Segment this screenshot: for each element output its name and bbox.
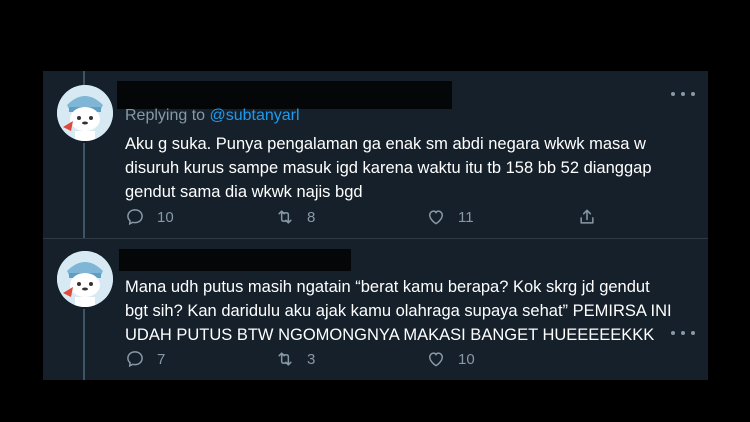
reply-icon bbox=[127, 209, 143, 226]
reply-handle-link[interactable]: @subtanyarl bbox=[210, 107, 300, 124]
redacted-username bbox=[117, 81, 452, 109]
retweet-count: 3 bbox=[307, 350, 316, 368]
tweet-2[interactable]: Mana udh putus masih ngatain “berat kamu… bbox=[43, 239, 708, 380]
retweet-button[interactable]: 8 bbox=[275, 207, 315, 227]
redacted-username bbox=[119, 249, 351, 271]
thread-connector bbox=[83, 309, 85, 380]
reply-button[interactable]: 10 bbox=[125, 207, 174, 227]
replying-to-label: Replying to bbox=[125, 107, 206, 124]
share-button[interactable] bbox=[577, 207, 597, 227]
heart-icon bbox=[428, 210, 444, 225]
tweet-1[interactable]: Replying to @subtanyarl Aku g suka. Puny… bbox=[43, 71, 708, 239]
like-button[interactable]: 10 bbox=[426, 349, 475, 369]
tweet-text: Mana udh putus masih ngatain “berat kamu… bbox=[125, 278, 672, 344]
avatar[interactable] bbox=[57, 85, 113, 141]
avatar[interactable] bbox=[57, 251, 113, 307]
tweet-thread-card: Replying to @subtanyarl Aku g suka. Puny… bbox=[43, 71, 708, 380]
share-icon bbox=[580, 209, 594, 224]
reply-count: 10 bbox=[157, 208, 174, 226]
like-count: 11 bbox=[458, 208, 474, 226]
thread-connector bbox=[83, 143, 85, 239]
reply-count: 7 bbox=[157, 350, 166, 368]
retweet-count: 8 bbox=[307, 208, 316, 226]
thread-connector-top bbox=[83, 71, 85, 85]
more-options-icon[interactable] bbox=[671, 88, 695, 100]
tweet-text: Aku g suka. Punya pengalaman ga enak sm … bbox=[125, 135, 652, 201]
retweet-button[interactable]: 3 bbox=[275, 349, 315, 369]
like-button[interactable]: 11 bbox=[426, 207, 474, 227]
reply-icon bbox=[127, 351, 143, 368]
retweet-icon bbox=[278, 210, 292, 224]
heart-icon bbox=[428, 352, 444, 367]
avatar-cartoon-image bbox=[57, 251, 113, 307]
retweet-icon bbox=[278, 352, 292, 366]
screenshot-stage: Replying to @subtanyarl Aku g suka. Puny… bbox=[0, 0, 750, 422]
like-count: 10 bbox=[458, 350, 475, 368]
avatar-cartoon-image bbox=[57, 85, 113, 141]
replying-to: Replying to @subtanyarl bbox=[125, 107, 300, 125]
reply-button[interactable]: 7 bbox=[125, 349, 165, 369]
